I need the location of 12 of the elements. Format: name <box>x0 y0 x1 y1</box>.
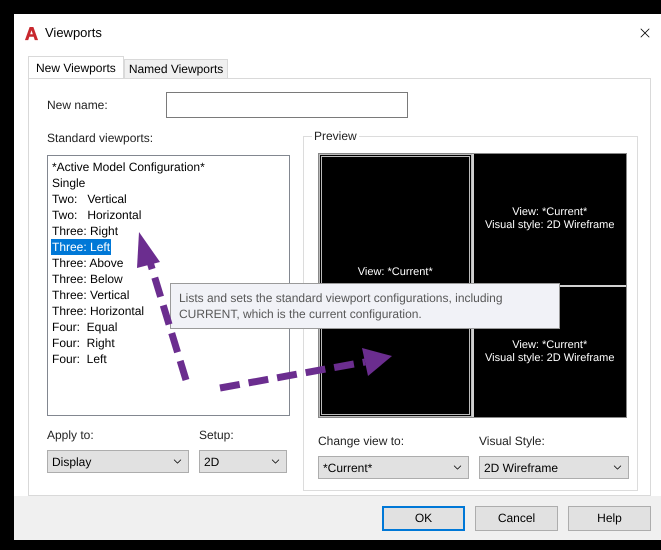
pane-label: Visual style: 2D Wireframe <box>485 219 614 232</box>
pane-label: View: *Current* <box>358 266 433 279</box>
field-label: Apply to: <box>47 427 95 444</box>
field-label: Standard viewports: <box>47 130 154 147</box>
field-label: New name: <box>47 97 108 114</box>
field-label: Setup: <box>199 427 235 444</box>
pane-label: Visual style: 2D Wireframe <box>485 352 614 365</box>
window-title: Viewports <box>45 24 102 42</box>
pane-label: View: *Current* <box>512 338 588 352</box>
pane-label: View: *Current* <box>512 206 588 220</box>
field-label: Change view to: <box>318 433 406 450</box>
field-label: Visual Style: <box>479 433 546 450</box>
